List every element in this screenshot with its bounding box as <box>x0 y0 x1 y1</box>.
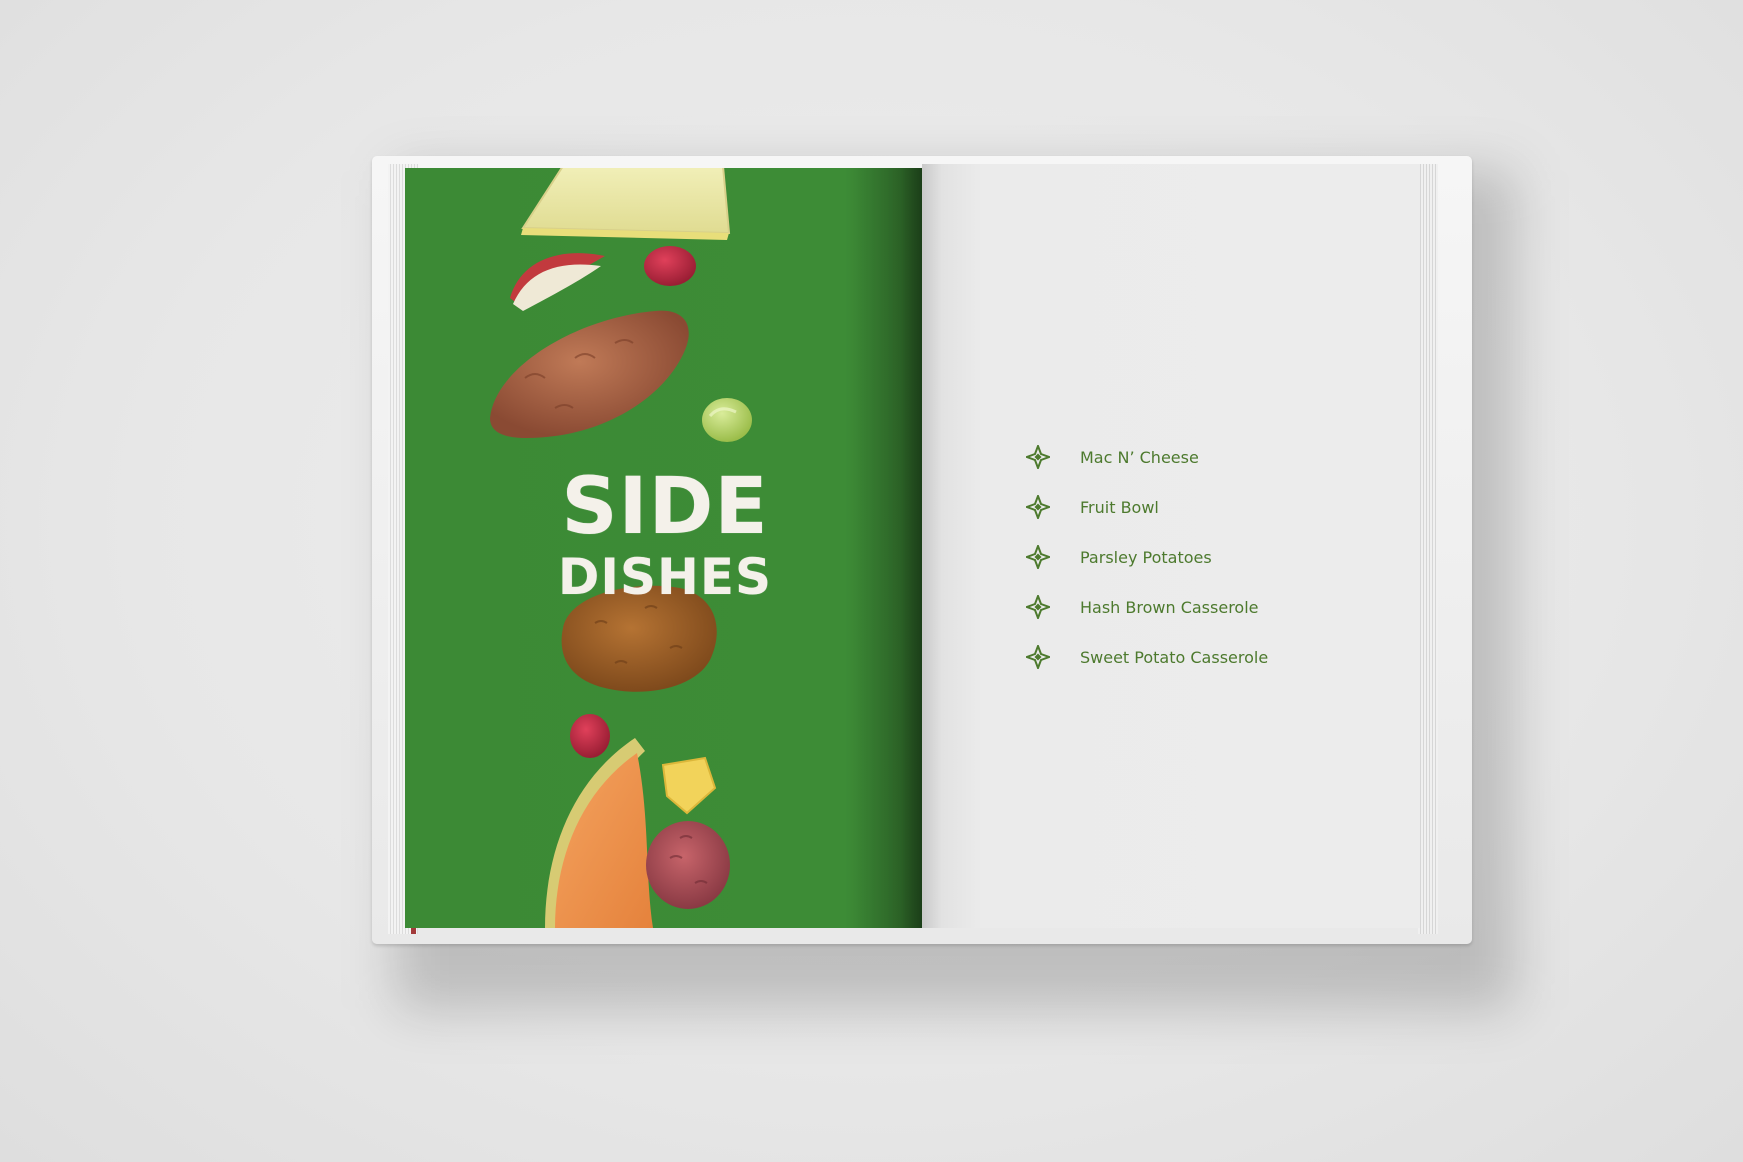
recipe-list-item: Mac N’ Cheese <box>1026 432 1386 482</box>
recipe-list-label: Fruit Bowl <box>1080 497 1159 517</box>
green-grape-icon <box>702 398 752 442</box>
recipe-list: Mac N’ Cheese Fruit Bowl Parsley Potatoe… <box>1026 432 1386 682</box>
chapter-title-line-1: SIDE <box>561 462 769 552</box>
recipe-list-label: Sweet Potato Casserole <box>1080 647 1269 667</box>
recipe-list-item: Parsley Potatoes <box>1026 532 1386 582</box>
diamond-star-icon <box>1026 445 1050 469</box>
recipe-list-label: Parsley Potatoes <box>1080 547 1212 567</box>
right-page: Mac N’ Cheese Fruit Bowl Parsley Potatoe… <box>922 164 1420 928</box>
right-page-edges <box>1418 164 1438 934</box>
chapter-title-line-2: DISHES <box>557 548 773 606</box>
pineapple-chunk-icon <box>661 756 717 815</box>
left-page: SIDE DISHES <box>405 168 922 928</box>
diamond-star-icon <box>1026 595 1050 619</box>
cranberry-icon <box>570 714 610 758</box>
recipe-list-item: Fruit Bowl <box>1026 482 1386 532</box>
recipe-list-label: Mac N’ Cheese <box>1080 447 1199 467</box>
chapter-title: SIDE DISHES <box>545 468 785 602</box>
recipe-list-item: Hash Brown Casserole <box>1026 582 1386 632</box>
cranberry-icon <box>644 246 696 286</box>
recipe-list-label: Hash Brown Casserole <box>1080 597 1259 617</box>
pineapple-wedge-icon <box>521 168 731 235</box>
recipe-list-item: Sweet Potato Casserole <box>1026 632 1386 682</box>
photo-scene: SIDE DISHES Mac N’ Cheese Fruit Bowl Par… <box>0 0 1743 1162</box>
diamond-star-icon <box>1026 495 1050 519</box>
diamond-star-icon <box>1026 545 1050 569</box>
diamond-star-icon <box>1026 645 1050 669</box>
sweet-potato-icon <box>490 310 689 439</box>
page-gutter-shadow <box>852 168 922 928</box>
red-potato-icon <box>646 821 730 909</box>
